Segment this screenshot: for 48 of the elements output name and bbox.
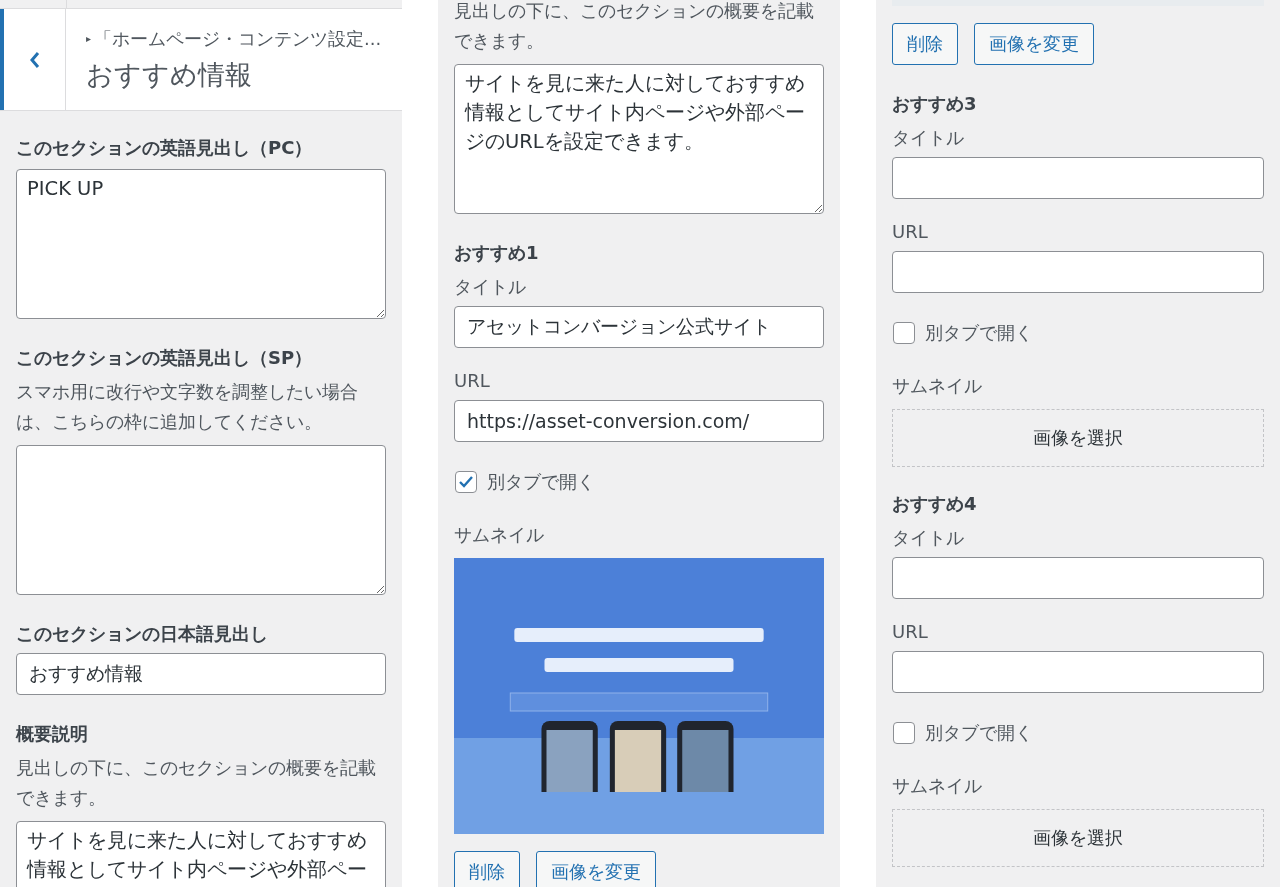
checkbox[interactable] [455, 471, 477, 493]
field-label: サムネイル [454, 523, 545, 547]
checkbox-label: 別タブで開く [487, 470, 595, 494]
field-label: URL [892, 620, 929, 644]
image-action-button[interactable]: 削除 [454, 851, 520, 887]
field-label: タイトル [892, 126, 965, 150]
field-label: URL [892, 220, 929, 244]
section-heading: このセクションの英語見出し（SP） [16, 346, 314, 370]
description-text: 見出しの下に、このセクションの概要を記載できます。 [454, 0, 815, 53]
input-field[interactable]: おすすめ情報 [16, 653, 386, 695]
image-action-button[interactable]: 画像を変更 [536, 851, 656, 887]
checkbox-label: 別タブで開く [925, 721, 1033, 745]
select-image-button[interactable]: 画像を選択 [892, 409, 1264, 467]
field-label: タイトル [892, 526, 965, 550]
textarea-field[interactable]: PICK UP [16, 169, 386, 319]
section-heading: このセクションの日本語見出し [16, 622, 269, 646]
section-heading: このセクションの英語見出し（PC） [16, 136, 314, 160]
input-field[interactable] [892, 651, 1264, 693]
chevron-left-icon [28, 49, 41, 70]
select-image-button[interactable]: 画像を選択 [892, 809, 1264, 867]
section-heading: 概要説明 [16, 722, 89, 746]
input-field[interactable]: アセットコンバージョン公式サイト [454, 306, 824, 348]
section-heading: おすすめ3 [892, 92, 978, 116]
field-label: タイトル [454, 275, 527, 299]
input-field[interactable]: https://asset-conversion.com/ [454, 400, 824, 442]
description-text: スマホ用に改行や文字数を調整したい場合は、こちらの枠に追加してください。 [16, 380, 359, 434]
input-field[interactable] [892, 251, 1264, 293]
description-text: 見出しの下に、このセクションの概要を記載できます。 [16, 756, 377, 810]
breadcrumb-arrow: ▸ [86, 33, 92, 44]
field-label: URL [454, 369, 491, 393]
breadcrumb: 「ホームページ・コンテンツ設定... [94, 26, 382, 51]
image-action-button[interactable]: 削除 [892, 23, 958, 65]
section-title: おすすめ情報 [86, 57, 253, 92]
checkbox-label: 別タブで開く [925, 321, 1033, 345]
image-action-button[interactable]: 画像を変更 [974, 23, 1094, 65]
input-field[interactable] [892, 157, 1264, 199]
checkbox[interactable] [893, 322, 915, 344]
field-label: サムネイル [892, 374, 983, 398]
textarea-field[interactable]: サイトを見に来た人に対しておすすめ情報としてサイト内ページや外部ページのURLを設定できます。 [454, 64, 824, 214]
textarea-field[interactable] [16, 445, 386, 595]
section-heading: おすすめ1 [454, 241, 540, 265]
textarea-field[interactable]: サイトを見に来た人に対しておすすめ情報としてサイト内ページや外部ペー [16, 821, 386, 887]
checkmark-icon [458, 475, 474, 489]
checkbox[interactable] [893, 722, 915, 744]
section-heading: おすすめ4 [892, 492, 978, 516]
back-button[interactable] [0, 9, 66, 110]
input-field[interactable] [892, 557, 1264, 599]
field-label: サムネイル [892, 774, 983, 798]
